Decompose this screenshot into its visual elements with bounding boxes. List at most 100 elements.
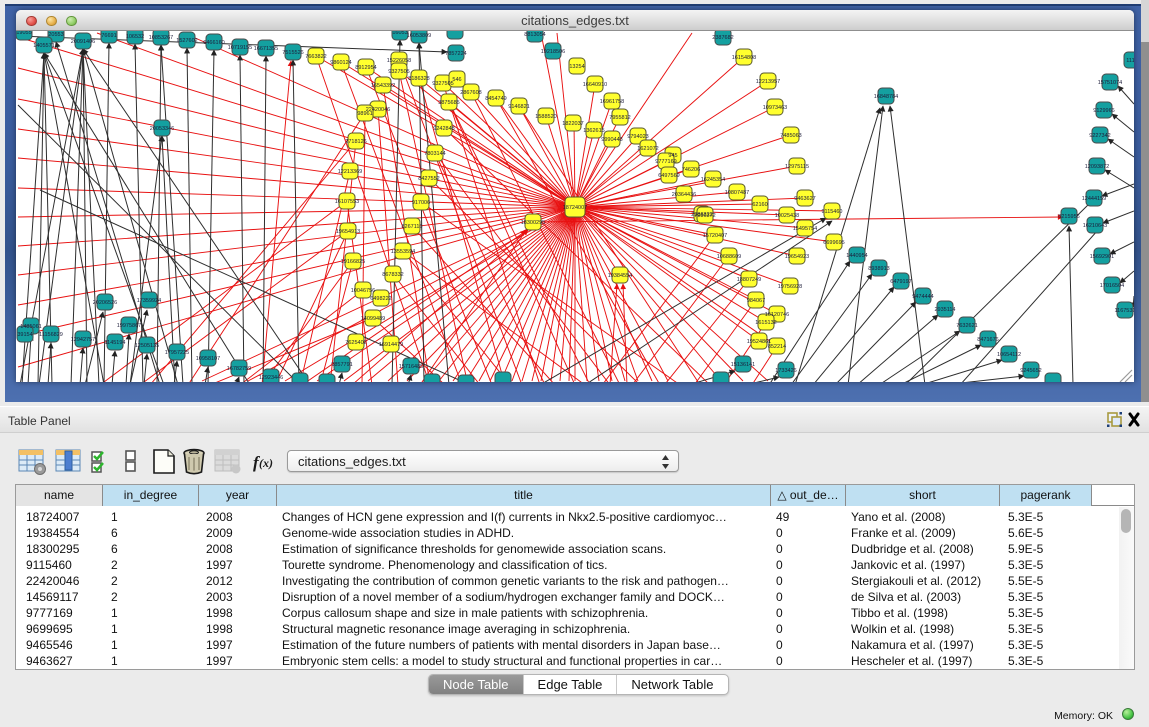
svg-text:13254: 13254 xyxy=(569,64,584,70)
svg-text:6497569: 6497569 xyxy=(658,173,679,179)
svg-text:12942757: 12942757 xyxy=(71,337,95,343)
svg-text:18807249: 18807249 xyxy=(737,277,761,283)
svg-text:8267110: 8267110 xyxy=(401,224,422,230)
svg-text:10973463: 10973463 xyxy=(763,105,787,111)
svg-text:9242848: 9242848 xyxy=(433,126,454,132)
svg-text:12923446: 12923446 xyxy=(259,375,283,381)
svg-text:15720407: 15720407 xyxy=(703,233,727,239)
svg-text:9115460: 9115460 xyxy=(821,209,842,215)
svg-text:39154: 39154 xyxy=(17,332,32,338)
svg-text:12213957: 12213957 xyxy=(756,79,780,85)
svg-text:9463627: 9463627 xyxy=(794,196,815,202)
svg-text:2718126: 2718126 xyxy=(345,139,366,145)
svg-text:16210643: 16210643 xyxy=(1083,223,1107,229)
svg-text:9990443: 9990443 xyxy=(601,137,622,143)
svg-text:19756928: 19756928 xyxy=(778,284,802,290)
svg-text:18724007: 18724007 xyxy=(563,205,587,211)
svg-text:9777169: 9777169 xyxy=(655,159,676,165)
svg-text:18300295: 18300295 xyxy=(521,220,545,226)
svg-text:7485063: 7485063 xyxy=(780,133,801,139)
svg-text:6466160: 6466160 xyxy=(203,40,224,46)
svg-text:16671355: 16671355 xyxy=(254,46,278,52)
svg-text:17957225: 17957225 xyxy=(165,350,189,356)
svg-text:984067: 984067 xyxy=(747,298,765,304)
svg-text:852214: 852214 xyxy=(768,344,786,350)
svg-text:7663822: 7663822 xyxy=(305,54,326,60)
svg-text:10046756: 10046756 xyxy=(351,288,375,294)
svg-text:1527602: 1527602 xyxy=(176,38,197,44)
svg-text:3875685: 3875685 xyxy=(438,100,459,106)
svg-text:6479197: 6479197 xyxy=(890,279,911,285)
svg-text:8427552: 8427552 xyxy=(418,176,439,182)
svg-text:20206526: 20206526 xyxy=(93,300,117,306)
svg-text:2867608: 2867608 xyxy=(460,90,481,96)
svg-text:8471676: 8471676 xyxy=(977,337,998,343)
svg-text:1733426: 1733426 xyxy=(775,368,796,374)
svg-text:8678332: 8678332 xyxy=(382,272,403,278)
svg-text:8186328: 8186328 xyxy=(408,76,429,82)
svg-text:546: 546 xyxy=(452,77,461,83)
svg-text:(x): (x) xyxy=(259,456,273,470)
svg-text:16543392: 16543392 xyxy=(371,83,395,89)
svg-text:9129966: 9129966 xyxy=(1093,108,1114,114)
svg-text:19218506: 19218506 xyxy=(541,49,565,55)
svg-text:7515526: 7515526 xyxy=(282,50,303,56)
svg-text:10654112: 10654112 xyxy=(997,352,1021,358)
svg-text:8912954: 8912954 xyxy=(355,65,376,71)
svg-text:17359924: 17359924 xyxy=(137,298,161,304)
svg-text:6699695: 6699695 xyxy=(823,240,844,246)
svg-text:7625402: 7625402 xyxy=(345,340,366,346)
svg-text:16848784: 16848784 xyxy=(874,94,898,100)
svg-text:9860124: 9860124 xyxy=(330,60,351,66)
svg-text:98961: 98961 xyxy=(357,111,372,117)
svg-text:9327505: 9327505 xyxy=(432,81,453,87)
svg-text:15716485: 15716485 xyxy=(399,364,423,370)
svg-text:9245652: 9245652 xyxy=(1020,368,1041,374)
svg-text:7955812: 7955812 xyxy=(609,115,630,121)
svg-text:13553594: 13553594 xyxy=(391,249,415,255)
svg-text:12213369: 12213369 xyxy=(338,169,362,175)
svg-text:15751074: 15751074 xyxy=(1098,80,1122,86)
svg-text:7803144: 7803144 xyxy=(424,151,445,157)
svg-text:14099489: 14099489 xyxy=(361,316,385,322)
svg-text:10719155: 10719155 xyxy=(228,45,252,51)
svg-text:1167531: 1167531 xyxy=(1114,308,1134,314)
svg-text:19384554: 19384554 xyxy=(608,273,632,279)
svg-text:746206: 746206 xyxy=(682,167,700,173)
svg-text:1615132: 1615132 xyxy=(755,320,776,326)
svg-text:10025438: 10025438 xyxy=(775,213,799,219)
svg-text:12093872: 12093872 xyxy=(1085,164,1109,170)
svg-text:8938913: 8938913 xyxy=(868,266,889,272)
svg-text:1588520: 1588520 xyxy=(535,114,556,120)
svg-text:19166825: 19166825 xyxy=(341,259,365,265)
svg-text:19975867: 19975867 xyxy=(117,323,141,329)
svg-text:9474444: 9474444 xyxy=(912,294,933,300)
svg-text:16154808: 16154808 xyxy=(732,55,756,61)
svg-text:106532: 106532 xyxy=(126,34,144,40)
svg-text:2935114: 2935114 xyxy=(934,307,955,313)
svg-text:15692901: 15692901 xyxy=(1090,254,1114,260)
svg-text:10807487: 10807487 xyxy=(725,190,749,196)
svg-text:1145194: 1145194 xyxy=(104,340,125,346)
svg-text:9146821: 9146821 xyxy=(508,104,529,110)
svg-text:15226058: 15226058 xyxy=(387,58,411,64)
svg-text:2387682: 2387682 xyxy=(712,35,733,41)
svg-text:20553: 20553 xyxy=(48,32,63,38)
svg-text:917006: 917006 xyxy=(412,200,430,206)
svg-text:12975115: 12975115 xyxy=(785,164,809,170)
svg-text:7632621: 7632621 xyxy=(956,323,977,329)
svg-text:16053: 16053 xyxy=(392,31,407,36)
svg-text:12505135: 12505135 xyxy=(135,343,159,349)
svg-text:11156829: 11156829 xyxy=(39,332,63,338)
svg-text:10958107: 10958107 xyxy=(196,356,220,362)
svg-text:1112: 1112 xyxy=(1126,58,1134,64)
svg-text:6498222: 6498222 xyxy=(370,296,391,302)
svg-text:10853267: 10853267 xyxy=(149,35,173,41)
svg-text:7986372: 7986372 xyxy=(694,213,715,219)
svg-text:16245354: 16245354 xyxy=(701,177,725,183)
svg-text:10688609: 10688609 xyxy=(717,254,741,260)
svg-text:17016504: 17016504 xyxy=(1100,283,1124,289)
svg-text:8454749: 8454749 xyxy=(485,96,506,102)
svg-text:20053346: 20053346 xyxy=(150,126,174,132)
svg-text:8813054: 8813054 xyxy=(524,32,545,38)
